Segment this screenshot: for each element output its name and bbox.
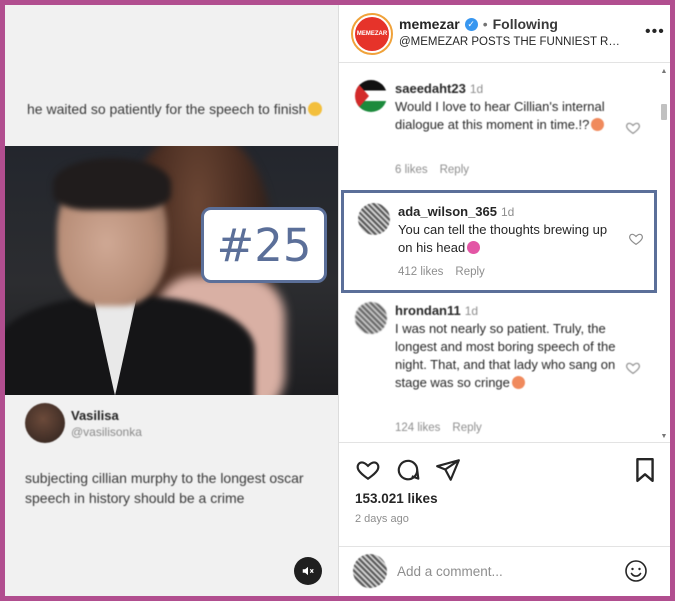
account-bio: @MEMEZAR POSTS THE FUNNIEST REEL...	[399, 36, 627, 48]
comment-meta: 412 likes Reply	[398, 266, 485, 278]
like-heart-icon[interactable]	[355, 457, 381, 483]
emoji-icon	[591, 118, 605, 131]
post-actions: 153.021 likes 2 days ago	[339, 442, 670, 546]
action-icons	[355, 457, 461, 483]
comment-age: 1d	[464, 304, 479, 318]
comment-username[interactable]: ada_wilson_365	[398, 204, 497, 219]
comment-avatar[interactable]	[355, 302, 387, 334]
scroll-down-icon[interactable]: ▼	[660, 433, 668, 440]
post-header: MEMEZAR memezar ✓ • Following @MEMEZAR P…	[339, 5, 670, 63]
tweet-author: Vasilisa @vasilisonka	[25, 403, 142, 443]
account-avatar[interactable]: MEMEZAR	[351, 13, 393, 55]
heart-icon[interactable]	[625, 120, 641, 136]
rank-badge: #25	[201, 207, 327, 283]
comment-meta: 6 likes Reply	[395, 164, 469, 176]
comment-bubble-icon[interactable]	[395, 457, 421, 483]
tweet-author-handle: @vasilisonka	[71, 424, 142, 439]
comment-avatar[interactable]	[355, 80, 387, 112]
comment-age: 1d	[501, 205, 515, 219]
more-options-icon[interactable]: •••	[645, 23, 665, 41]
comment-item: saeedaht23 1d Would I love to hear Cillia…	[339, 80, 659, 176]
comment-text: saeedaht23 1d Would I love to hear Cillia…	[395, 80, 619, 134]
scroll-thumb[interactable]	[661, 104, 667, 120]
tweet-text: subjecting cillian murphy to the longest…	[25, 470, 304, 506]
brand-logo: MEMEZAR	[355, 17, 389, 51]
heart-icon[interactable]	[628, 231, 644, 247]
media-caption: he waited so patiently for the speech to…	[27, 99, 327, 120]
mute-button[interactable]	[294, 557, 322, 585]
current-user-avatar	[353, 554, 387, 588]
post-likes-count[interactable]: 153.021 likes	[355, 491, 438, 506]
post-date: 2 days ago	[355, 513, 409, 525]
comment-likes[interactable]: 6 likes	[395, 164, 428, 176]
emoji-icon	[467, 241, 481, 254]
comment-composer	[339, 546, 670, 596]
bookmark-icon[interactable]	[634, 457, 656, 483]
comments-scrollbar[interactable]: ▲ ▼	[660, 68, 668, 440]
following-button[interactable]: Following	[493, 16, 558, 32]
reply-button[interactable]: Reply	[452, 422, 481, 434]
comment-username[interactable]: saeedaht23	[395, 81, 466, 96]
speaker-muted-icon	[302, 566, 314, 576]
comment-age: 1d	[469, 82, 484, 96]
emoji-icon	[308, 102, 323, 116]
comment-text: hrondan11 1d I was not nearly so patient.…	[395, 302, 619, 392]
separator-dot: •	[482, 16, 488, 32]
reply-button[interactable]: Reply	[440, 164, 469, 176]
comment-meta: 124 likes Reply	[395, 422, 482, 434]
comment-likes[interactable]: 124 likes	[395, 422, 440, 434]
verified-icon: ✓	[464, 17, 478, 31]
comment-input[interactable]	[397, 560, 617, 582]
comment-body: Would I love to hear Cillian's internal …	[395, 99, 605, 132]
highlighted-comment-box: ada_wilson_365 1d You can tell the though…	[341, 190, 657, 293]
tweet-author-name: Vasilisa	[71, 407, 119, 423]
comment-likes[interactable]: 412 likes	[398, 266, 443, 278]
heart-icon[interactable]	[625, 360, 641, 376]
scroll-up-icon[interactable]: ▲	[660, 68, 668, 75]
emoji-icon	[511, 376, 525, 389]
account-username[interactable]: memezar	[399, 16, 460, 32]
share-send-icon[interactable]	[435, 457, 461, 483]
comment-body: You can tell the thoughts brewing up on …	[398, 222, 608, 255]
comment-body: I was not nearly so patient. Truly, the …	[395, 321, 616, 390]
reply-button[interactable]: Reply	[455, 266, 484, 278]
comment-avatar[interactable]	[358, 203, 390, 235]
tweet-author-avatar	[25, 403, 65, 443]
header-line: memezar ✓ • Following	[399, 16, 558, 32]
post-media[interactable]: he waited so patiently for the speech to…	[5, 5, 338, 596]
comment-text: ada_wilson_365 1d You can tell the though…	[398, 203, 622, 257]
emoji-picker-icon[interactable]	[624, 559, 648, 583]
comment-username[interactable]: hrondan11	[395, 303, 461, 318]
